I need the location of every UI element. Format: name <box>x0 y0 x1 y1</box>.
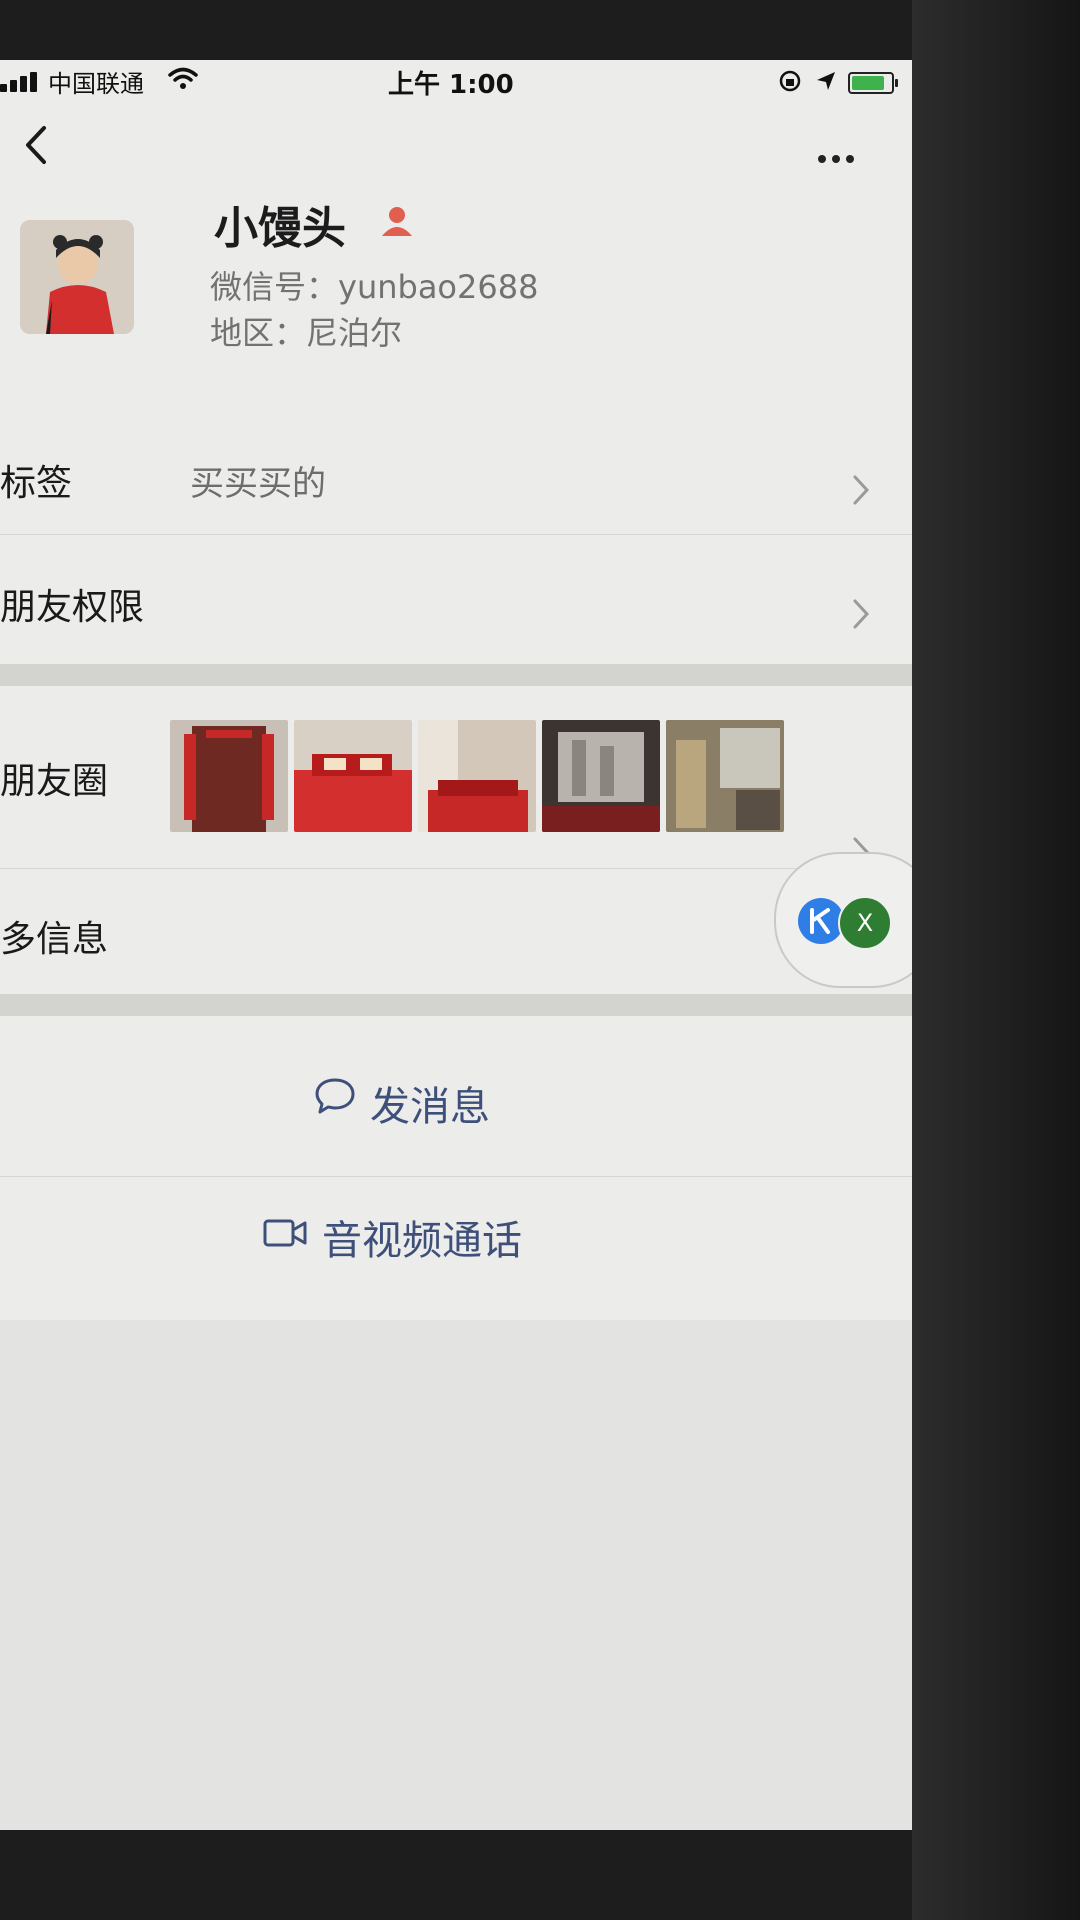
signal-icon <box>0 72 40 92</box>
chevron-left-icon[interactable] <box>22 122 50 168</box>
moments-thumbnail <box>542 720 660 832</box>
video-call-button[interactable]: 音视频通话 <box>0 1178 912 1318</box>
female-icon <box>382 207 412 236</box>
floating-window-bubble[interactable]: X <box>774 852 912 988</box>
contact-name: 小馒头 <box>214 203 346 254</box>
orientation-lock-icon <box>779 70 801 92</box>
chevron-right-icon <box>853 599 870 629</box>
moments-thumbnail <box>666 720 784 832</box>
divider <box>0 534 912 535</box>
tags-label: 标签 <box>0 463 73 504</box>
chat-bubble-icon <box>315 1078 355 1114</box>
app-badge-icon: X <box>838 896 892 950</box>
wechat-id: 微信号：yunbao2688 <box>210 268 539 306</box>
divider <box>0 868 912 869</box>
section-gap <box>0 994 912 1016</box>
moments-thumbnail <box>294 720 412 832</box>
device-bezel <box>912 0 1080 1920</box>
region: 地区：尼泊尔 <box>210 314 403 352</box>
location-icon <box>817 72 835 90</box>
moments-thumbnail <box>170 720 288 832</box>
battery-icon <box>848 72 898 94</box>
video-camera-icon <box>263 1219 307 1247</box>
status-bar: 中国联通 上午 1:00 <box>0 60 912 104</box>
tags-value: 买买买的 <box>190 464 326 504</box>
phone-screen: 中国联通 上午 1:00 小馒头 微信号：yunbao2688 地区：尼泊尔 标… <box>0 60 912 1830</box>
video-call-label: 音视频通话 <box>322 1218 522 1264</box>
chevron-right-icon <box>853 475 870 505</box>
wifi-icon <box>168 67 198 89</box>
moments-label: 朋友圈 <box>0 761 109 802</box>
more-dots-icon[interactable] <box>818 148 860 167</box>
section-gap <box>0 664 912 686</box>
clock: 上午 1:00 <box>388 70 514 100</box>
send-message-button[interactable]: 发消息 <box>0 1032 912 1172</box>
carrier-label: 中国联通 <box>48 70 144 98</box>
empty-area <box>0 1320 912 1830</box>
send-message-label: 发消息 <box>370 1084 490 1130</box>
avatar[interactable] <box>20 220 134 334</box>
more-info-label: 多信息 <box>0 919 109 960</box>
permissions-label: 朋友权限 <box>0 587 145 628</box>
divider <box>0 1176 912 1177</box>
moments-thumbnail <box>418 720 536 832</box>
